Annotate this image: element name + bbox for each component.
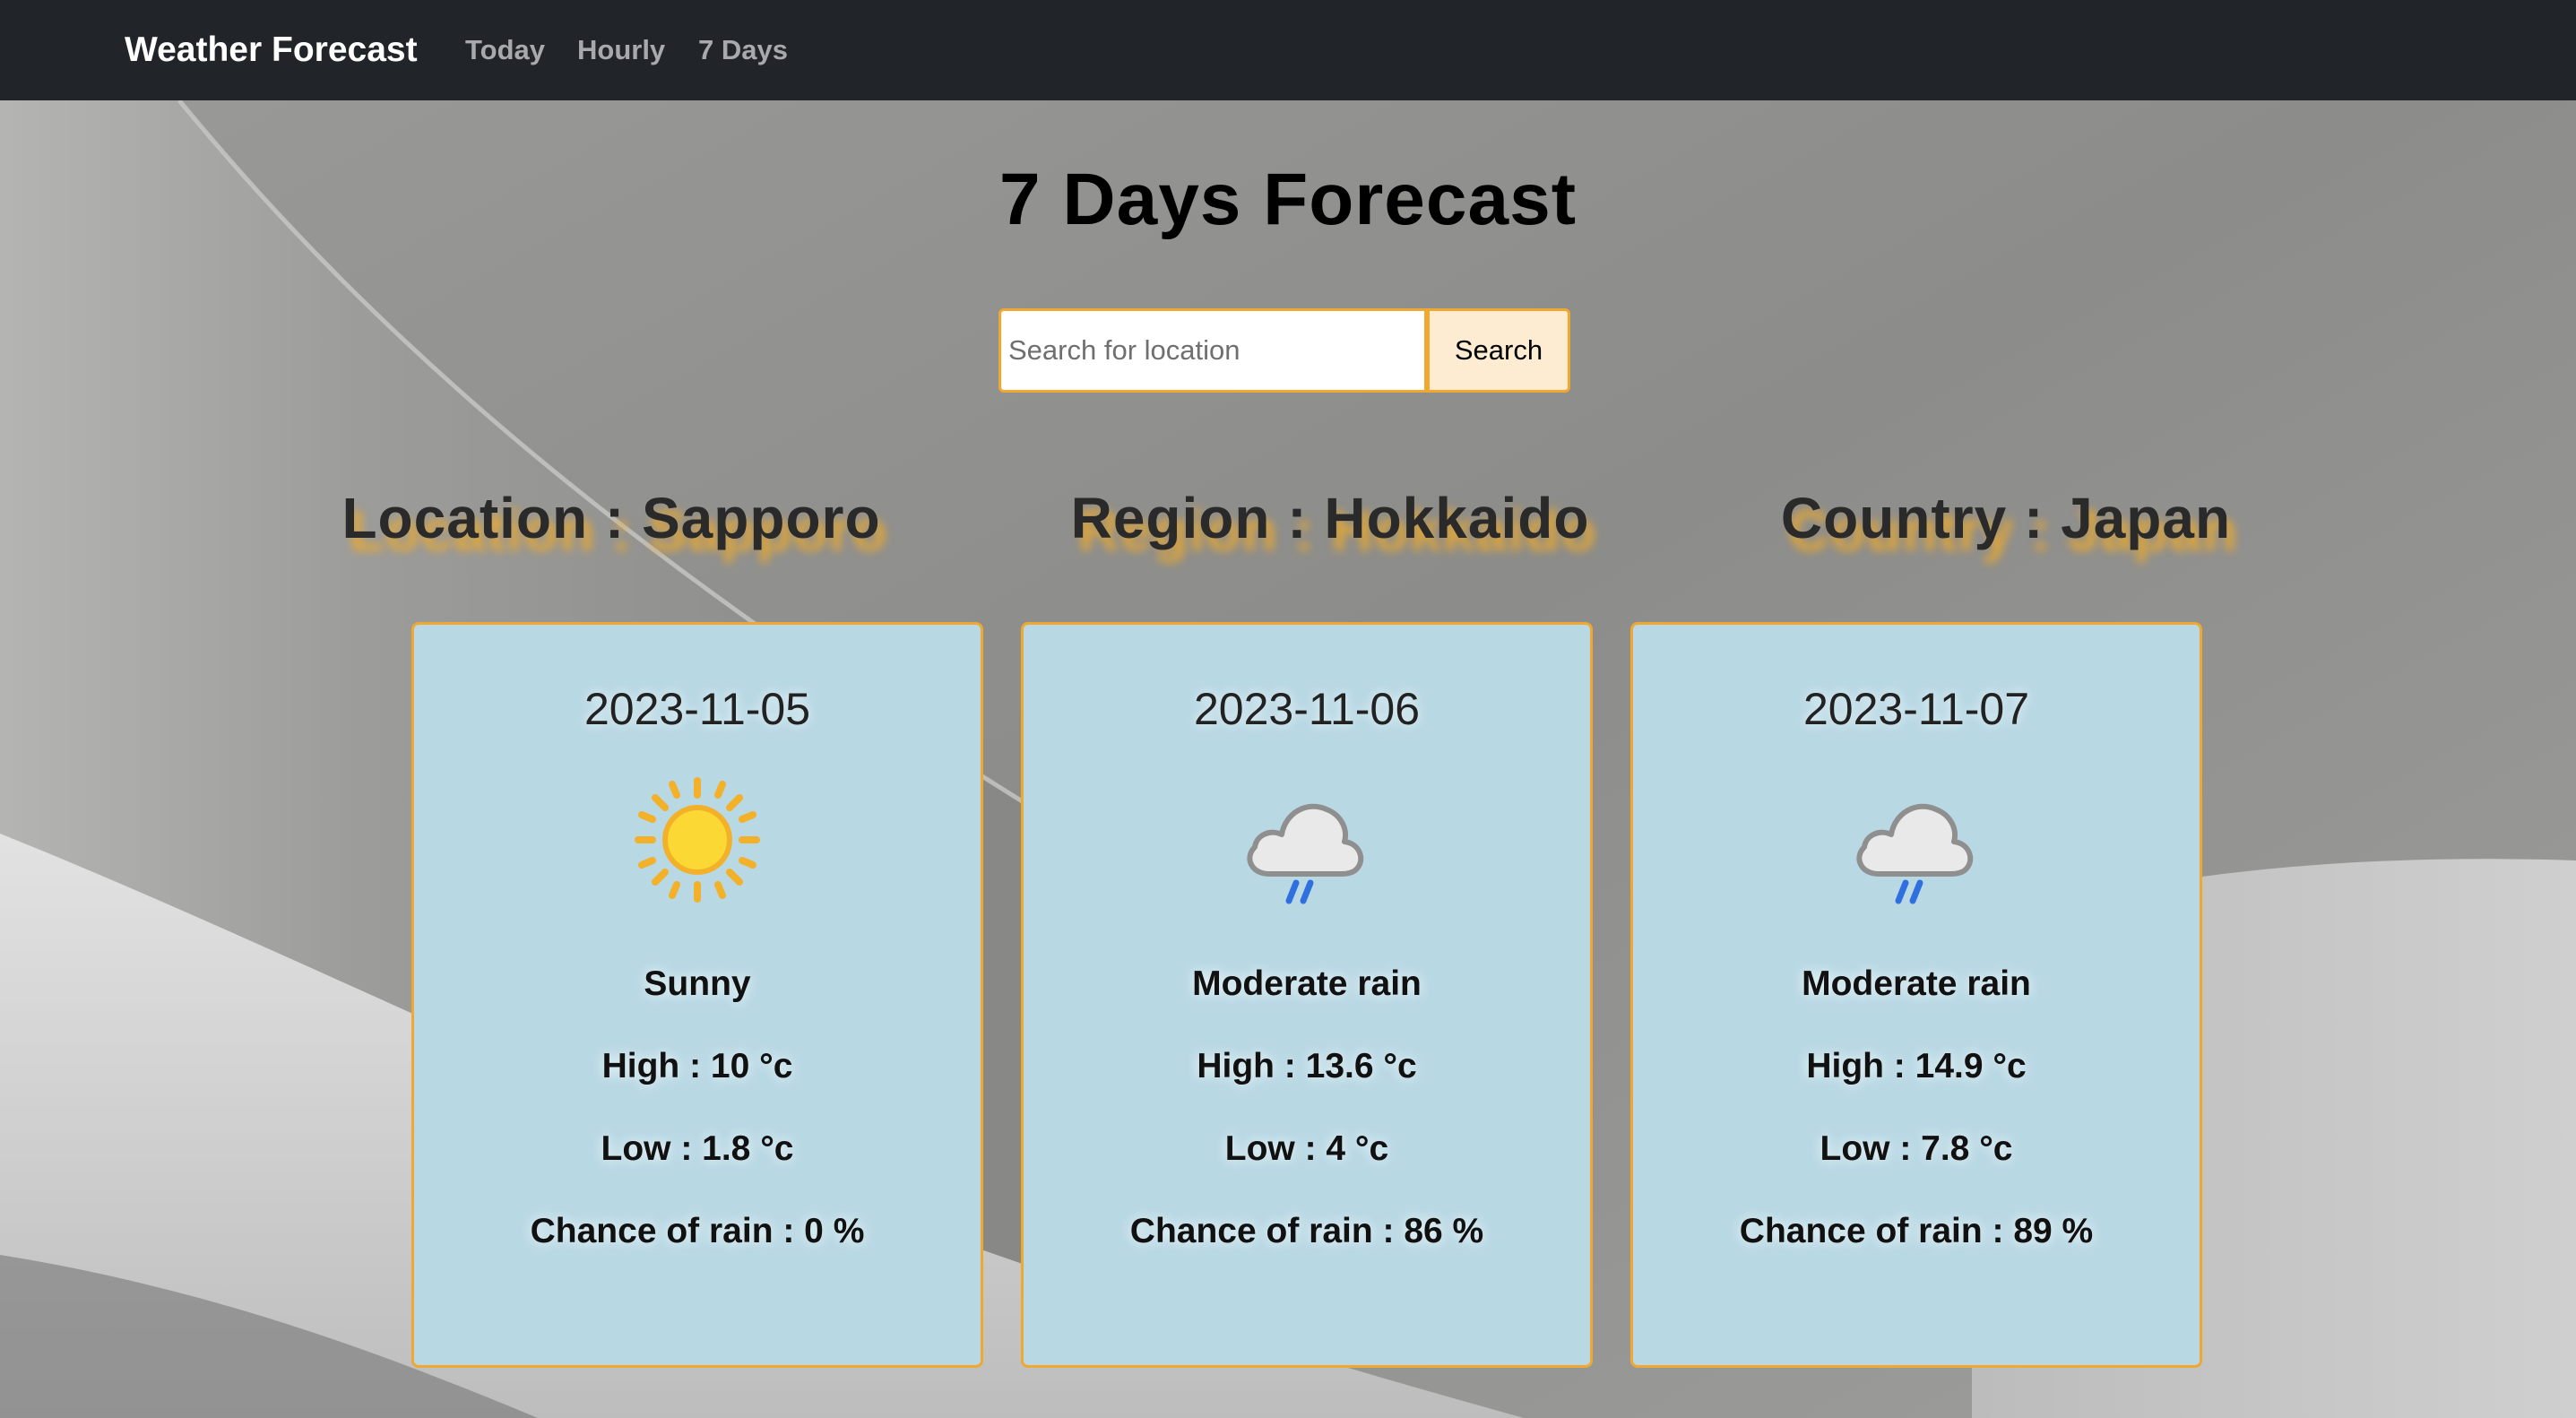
forecast-date: 2023-11-05 xyxy=(583,684,811,734)
forecast-rain-chance: Chance of rain : 86 % xyxy=(1129,1212,1484,1250)
search-bar: Search xyxy=(998,308,1572,393)
forecast-low: Low : 4 °c xyxy=(1224,1129,1389,1168)
nav-link-today[interactable]: Today xyxy=(465,34,545,66)
forecast-card: 2023-11-06 Moderate rain High : 13.6 °c … xyxy=(1021,622,1593,1368)
forecast-condition: Sunny xyxy=(644,964,751,1003)
nav-link-hourly[interactable]: Hourly xyxy=(577,34,665,66)
sun-icon xyxy=(626,768,769,912)
country-heading: Country : Japan xyxy=(1780,486,2232,550)
forecast-high: High : 14.9 °c xyxy=(1806,1047,2027,1085)
top-navbar: Weather Forecast Today Hourly 7 Days xyxy=(0,0,2576,100)
location-heading: Location : Sapporo xyxy=(341,486,881,550)
forecast-rain-chance: Chance of rain : 0 % xyxy=(530,1212,865,1250)
forecast-date: 2023-11-07 xyxy=(1802,684,2030,734)
forecast-condition: Moderate rain xyxy=(1192,964,1422,1003)
rain-cloud-icon xyxy=(1235,768,1379,912)
search-button[interactable]: Search xyxy=(1427,308,1570,393)
forecast-rain-chance: Chance of rain : 89 % xyxy=(1739,1212,2094,1250)
page-title: 7 Days Forecast xyxy=(998,159,1577,240)
forecast-condition: Moderate rain xyxy=(1802,964,2031,1003)
rain-cloud-icon xyxy=(1845,768,1988,912)
region-heading: Region : Hokkaido xyxy=(1070,486,1590,550)
forecast-card: 2023-11-05 Sunny High: 10 °c Low: 1.8 … xyxy=(411,622,983,1368)
forecast-date: 2023-11-06 xyxy=(1193,684,1421,734)
forecast-high: High : 10 °c xyxy=(601,1047,793,1085)
forecast-card: 2023-11-07 Moderate rain High : 14.9 °c … xyxy=(1630,622,2202,1368)
search-input[interactable] xyxy=(998,308,1427,393)
forecast-low: Low : 1.8 °c xyxy=(601,1129,794,1168)
navbar-brand[interactable]: Weather Forecast xyxy=(125,30,418,70)
nav-link-7-days[interactable]: 7 Days xyxy=(698,34,788,66)
forecast-low: Low : 7.8 °c xyxy=(1820,1129,2013,1168)
forecast-high: High : 13.6 °c xyxy=(1197,1047,1417,1085)
